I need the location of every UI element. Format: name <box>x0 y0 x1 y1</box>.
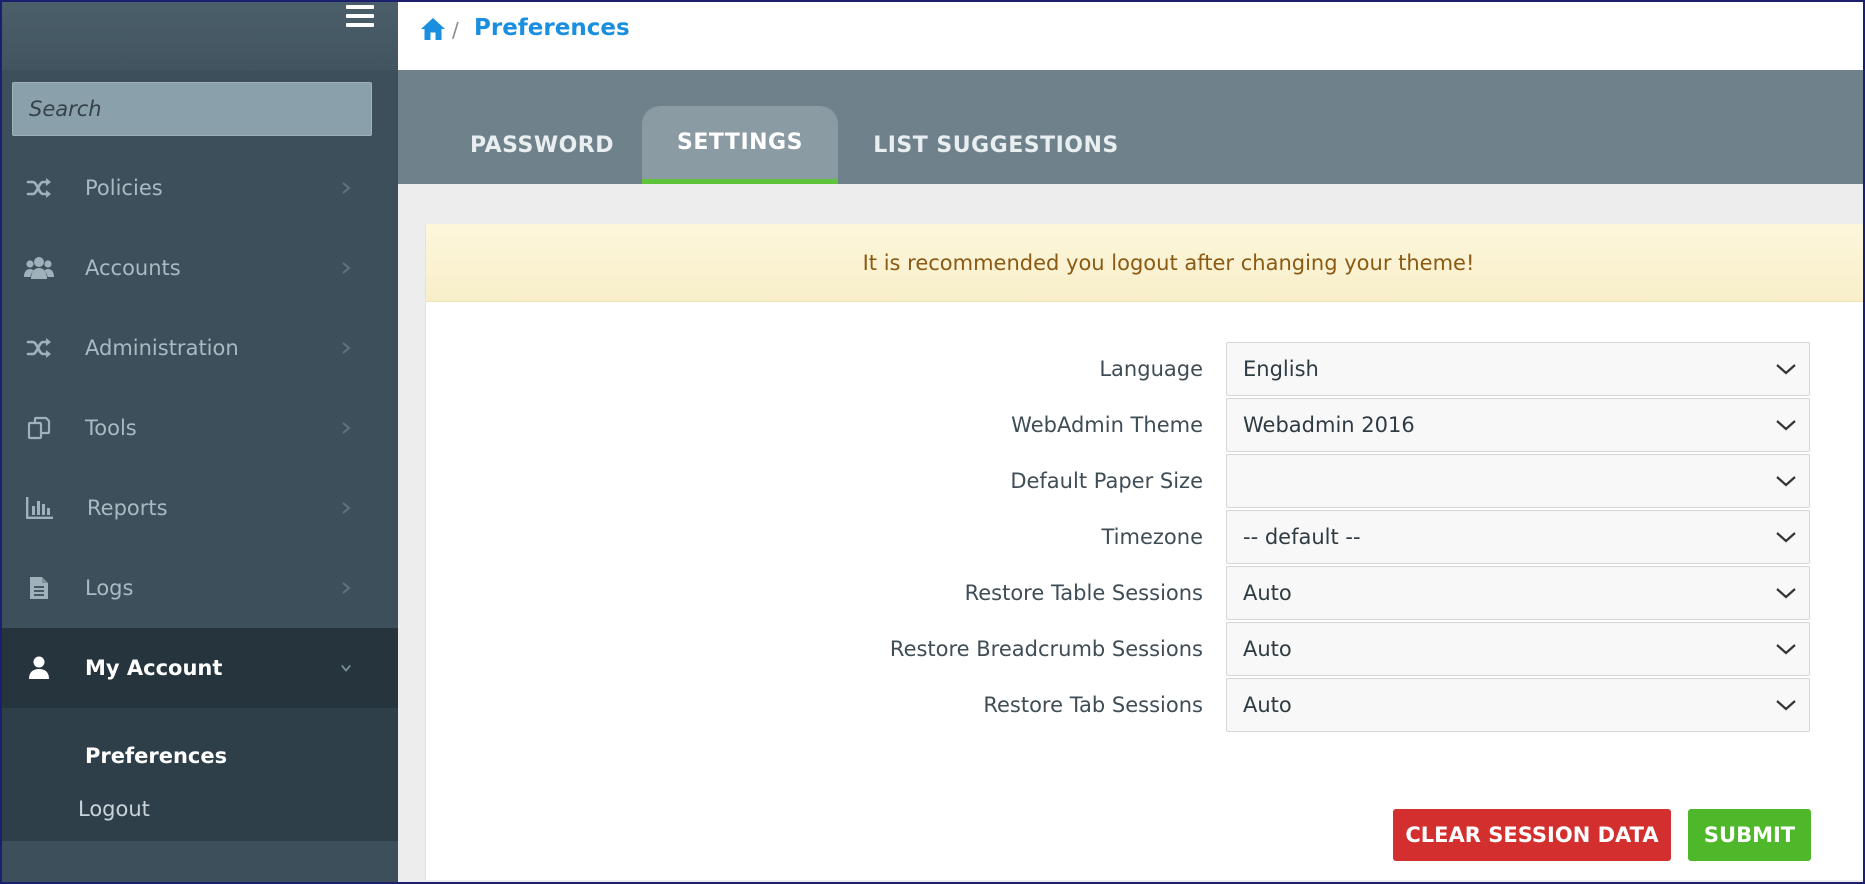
sidebar-item-logs[interactable]: Logs <box>0 548 398 628</box>
chevron-down-icon <box>341 664 351 672</box>
settings-panel: It is recommended you logout after chang… <box>425 224 1865 880</box>
restore-tab-sessions-select[interactable]: Auto <box>1226 678 1810 732</box>
copy-icon <box>24 415 54 441</box>
my-account-submenu: Preferences Logout <box>0 708 398 841</box>
tab-password[interactable]: PASSWORD <box>452 106 632 184</box>
chevron-down-icon <box>1776 532 1796 543</box>
theme-warning-alert: It is recommended you logout after chang… <box>426 224 1865 302</box>
submenu-item-logout[interactable]: Logout <box>78 797 150 821</box>
select-value: Webadmin 2016 <box>1243 413 1415 437</box>
shuffle-icon <box>24 175 54 201</box>
sidebar-item-label: Logs <box>85 576 134 600</box>
field-label: Restore Tab Sessions <box>983 693 1203 717</box>
select-value: Auto <box>1243 637 1292 661</box>
chevron-right-icon <box>342 262 351 274</box>
field-label: Restore Breadcrumb Sessions <box>889 637 1203 661</box>
chevron-down-icon <box>1776 644 1796 655</box>
tab-bar: PASSWORD SETTINGS LIST SUGGESTIONS <box>398 70 1865 184</box>
field-label: Timezone <box>1101 525 1204 549</box>
form-row-language: Language English <box>426 342 1865 396</box>
select-value: Auto <box>1243 581 1292 605</box>
submit-button[interactable]: SUBMIT <box>1688 809 1811 861</box>
sidebar-item-label: My Account <box>85 656 223 680</box>
sidebar-item-tools[interactable]: Tools <box>0 388 398 468</box>
form-row-restore-table-sessions: Restore Table Sessions Auto <box>426 566 1865 620</box>
form-row-timezone: Timezone -- default -- <box>426 510 1865 564</box>
field-label: Default Paper Size <box>1010 469 1203 493</box>
user-icon <box>24 655 54 681</box>
breadcrumb-separator: / <box>452 18 459 42</box>
theme-select[interactable]: Webadmin 2016 <box>1226 398 1810 452</box>
paper-size-select[interactable] <box>1226 454 1810 508</box>
sidebar: Policies Accounts Administration Tools <box>0 0 398 884</box>
sidebar-item-label: Tools <box>85 416 137 440</box>
field-label: WebAdmin Theme <box>1011 413 1203 437</box>
sidebar-item-reports[interactable]: Reports <box>0 468 398 548</box>
sidebar-item-policies[interactable]: Policies <box>0 148 398 228</box>
sidebar-item-accounts[interactable]: Accounts <box>0 228 398 308</box>
chevron-right-icon <box>342 342 351 354</box>
chevron-right-icon <box>342 502 351 514</box>
field-label: Restore Table Sessions <box>964 581 1203 605</box>
submenu-item-preferences[interactable]: Preferences <box>85 744 227 768</box>
chevron-right-icon <box>342 422 351 434</box>
sidebar-item-label: Reports <box>87 496 168 520</box>
chevron-down-icon <box>1776 476 1796 487</box>
shuffle-icon <box>24 335 54 361</box>
sidebar-item-administration[interactable]: Administration <box>0 308 398 388</box>
sidebar-item-label: Policies <box>85 176 163 200</box>
clear-session-data-button[interactable]: CLEAR SESSION DATA <box>1393 809 1671 861</box>
hamburger-menu-icon[interactable] <box>346 5 374 31</box>
home-icon[interactable] <box>420 17 446 41</box>
sidebar-header <box>0 0 398 70</box>
chevron-down-icon <box>1776 700 1796 711</box>
bar-chart-icon <box>24 495 54 521</box>
page-title[interactable]: Preferences <box>474 15 630 41</box>
form-row-restore-breadcrumb-sessions: Restore Breadcrumb Sessions Auto <box>426 622 1865 676</box>
language-select[interactable]: English <box>1226 342 1810 396</box>
breadcrumb: / Preferences <box>398 0 1865 70</box>
select-value: Auto <box>1243 693 1292 717</box>
users-icon <box>24 255 54 281</box>
select-value: English <box>1243 357 1319 381</box>
timezone-select[interactable]: -- default -- <box>1226 510 1810 564</box>
main-content: It is recommended you logout after chang… <box>398 184 1865 884</box>
restore-breadcrumb-sessions-select[interactable]: Auto <box>1226 622 1810 676</box>
chevron-down-icon <box>1776 420 1796 431</box>
file-text-icon <box>24 575 54 601</box>
form-row-paper-size: Default Paper Size <box>426 454 1865 508</box>
form-row-webadmin-theme: WebAdmin Theme Webadmin 2016 <box>426 398 1865 452</box>
chevron-right-icon <box>342 582 351 594</box>
sidebar-item-my-account[interactable]: My Account <box>0 628 398 708</box>
chevron-right-icon <box>342 182 351 194</box>
field-label: Language <box>1099 357 1203 381</box>
chevron-down-icon <box>1776 588 1796 599</box>
tab-list-suggestions[interactable]: LIST SUGGESTIONS <box>868 106 1124 184</box>
sidebar-item-label: Administration <box>85 336 239 360</box>
form-row-restore-tab-sessions: Restore Tab Sessions Auto <box>426 678 1865 732</box>
search-input[interactable] <box>12 82 372 136</box>
sidebar-item-label: Accounts <box>85 256 181 280</box>
sidebar-nav: Policies Accounts Administration Tools R… <box>0 148 398 841</box>
select-value: -- default -- <box>1243 525 1361 549</box>
tab-settings[interactable]: SETTINGS <box>642 106 838 184</box>
restore-table-sessions-select[interactable]: Auto <box>1226 566 1810 620</box>
chevron-down-icon <box>1776 364 1796 375</box>
